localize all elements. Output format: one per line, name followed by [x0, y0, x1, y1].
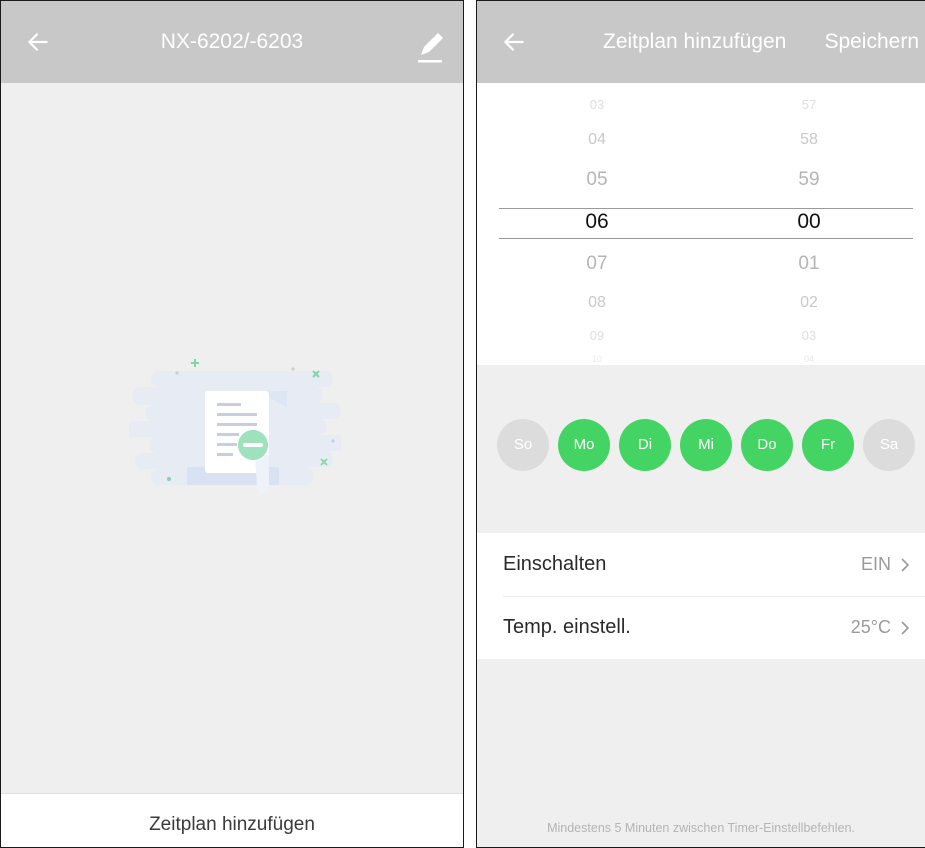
setting-row[interactable]: Temp. einstell. 25°C [477, 596, 925, 659]
weekday-do[interactable]: Do [741, 419, 793, 471]
picker-selection-line-top [499, 208, 913, 209]
minute-selected[interactable]: 00 [779, 209, 839, 234]
setting-value: EIN [860, 554, 891, 574]
weekday-fr[interactable]: Fr [802, 419, 854, 471]
picker-selection-line-bottom [499, 238, 913, 239]
weekday-selector: So Mo Di Mi Do Fr Sa [477, 419, 925, 471]
chevron-right-icon [901, 558, 910, 572]
chevron-right-icon [901, 621, 910, 635]
minute-option[interactable]: 57 [779, 96, 839, 113]
settings-list: Einschalten EIN Temp. einstell. 25°C [477, 533, 925, 659]
hour-option[interactable]: 10 [567, 353, 627, 365]
setting-value: 25°C [850, 617, 891, 637]
schedule-list-screen: NX-6202/-6203 Zeitplan hinzufügen [0, 0, 464, 848]
weekday-mi[interactable]: Mi [680, 419, 732, 471]
minute-option[interactable]: 03 [779, 327, 839, 344]
hour-option[interactable]: 07 [567, 252, 627, 275]
empty-schedule-illustration [129, 359, 341, 493]
minute-option[interactable]: 04 [779, 353, 839, 365]
hour-option[interactable]: 03 [567, 96, 627, 113]
pencil-icon[interactable] [415, 25, 445, 65]
minute-option[interactable]: 58 [779, 130, 839, 150]
hour-option[interactable]: 09 [567, 327, 627, 344]
top-bar: NX-6202/-6203 [1, 1, 463, 83]
weekday-sa[interactable]: Sa [863, 419, 915, 471]
setting-row[interactable]: Einschalten EIN [477, 533, 925, 597]
add-schedule-button[interactable]: Zeitplan hinzufügen [1, 793, 463, 847]
add-schedule-screen: Zeitplan hinzufügen Speichern 02 03 04 05 06… [476, 0, 925, 848]
hour-option[interactable]: 04 [567, 130, 627, 150]
time-picker[interactable]: 020304050607080910 565758590001020304 [477, 83, 925, 365]
weekday-di[interactable]: Di [619, 419, 671, 471]
page-title: Zeitplan hinzufügen [603, 30, 787, 53]
weekday-mo[interactable]: Mo [558, 419, 610, 471]
page-title: NX-6202/-6203 [160, 30, 304, 53]
hour-option[interactable]: 08 [567, 293, 627, 313]
minute-option[interactable]: 01 [779, 252, 839, 275]
top-bar: Zeitplan hinzufügen Speichern [477, 1, 925, 83]
save-button[interactable]: Speichern [824, 1, 919, 83]
minute-option[interactable]: 02 [779, 293, 839, 313]
minute-option[interactable]: 59 [779, 168, 839, 191]
minute-wheel[interactable]: 565758590001020304 [779, 83, 839, 365]
hour-option[interactable]: 05 [567, 168, 627, 191]
footer-note: Mindestens 5 Minuten zwischen Timer-Eins… [547, 821, 855, 835]
arrow-left-icon[interactable] [501, 29, 527, 55]
setting-label: Temp. einstell. [503, 616, 631, 638]
hour-wheel[interactable]: 020304050607080910 [567, 83, 627, 365]
setting-label: Einschalten [503, 553, 607, 575]
hour-selected[interactable]: 06 [567, 209, 627, 234]
weekday-so[interactable]: So [497, 419, 549, 471]
